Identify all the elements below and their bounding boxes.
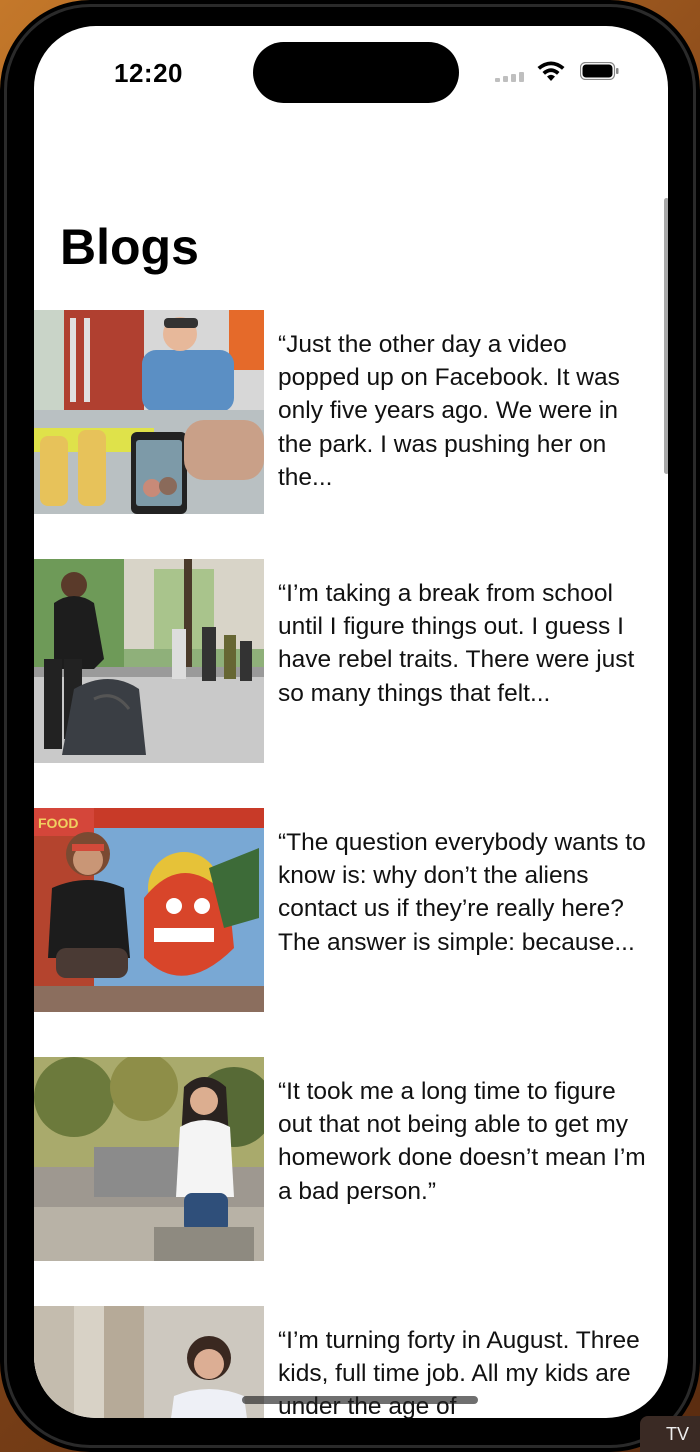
blog-list-item[interactable]: “I’m taking a break from school until I … — [34, 559, 668, 763]
battery-icon — [580, 62, 619, 80]
blog-thumbnail: FOOD — [34, 808, 264, 1012]
phone-screen: 12:20 Blogs “Just the other day a video … — [34, 26, 668, 1418]
blog-thumbnail — [34, 1057, 264, 1261]
cellular-signal-icon — [495, 70, 529, 82]
blog-excerpt: “Just the other day a video popped up on… — [278, 331, 620, 491]
blog-excerpt: “I’m taking a break from school until I … — [278, 580, 635, 707]
home-indicator[interactable] — [242, 1396, 478, 1404]
status-time: 12:20 — [114, 58, 183, 88]
scrollbar[interactable] — [664, 198, 668, 474]
page-title: Blogs — [60, 219, 199, 275]
blog-thumbnail — [34, 559, 264, 763]
blog-thumbnail — [34, 310, 264, 514]
blog-list-item[interactable]: “It took me a long time to figure out th… — [34, 1057, 668, 1261]
dynamic-island — [253, 42, 459, 103]
svg-text:FOOD: FOOD — [38, 815, 78, 831]
wifi-icon — [537, 61, 565, 81]
blog-excerpt: “It took me a long time to figure out th… — [278, 1078, 646, 1205]
blog-excerpt: “The question everybody wants to know is… — [278, 829, 646, 956]
blog-list-item[interactable]: FOOD “The question everybody wants to kn… — [34, 808, 668, 1012]
tv-tag: TV — [640, 1416, 700, 1452]
blog-thumbnail — [34, 1306, 264, 1418]
blog-list-item[interactable]: “Just the other day a video popped up on… — [34, 310, 668, 514]
